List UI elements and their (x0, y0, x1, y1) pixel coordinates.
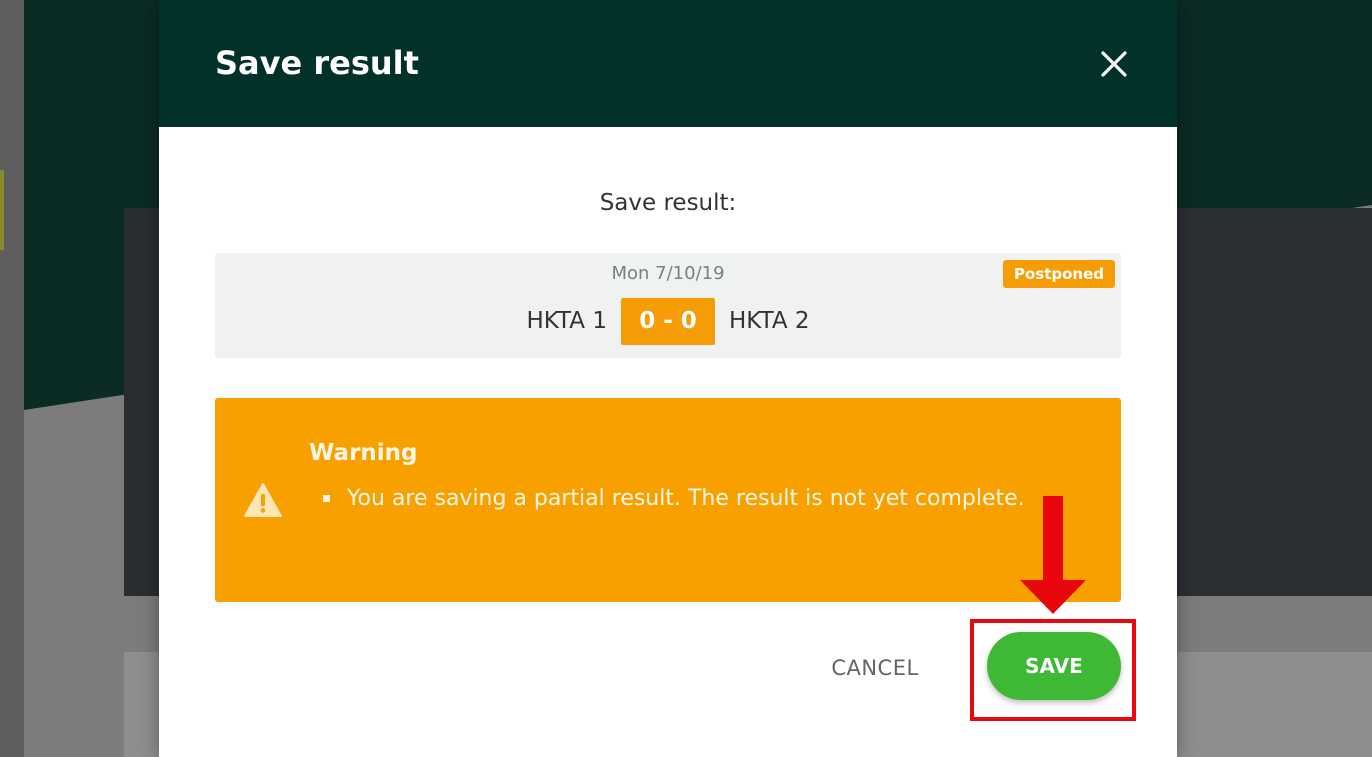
close-icon (1101, 51, 1127, 77)
warning-title: Warning (309, 440, 418, 466)
match-date: Mon 7/10/19 (611, 263, 725, 284)
warning-alert: Warning You are saving a partial result.… (215, 398, 1121, 602)
cancel-button[interactable]: CANCEL (819, 648, 931, 688)
warning-messages: You are saving a partial result. The res… (309, 478, 1029, 520)
match-summary: Mon 7/10/19 Postponed HKTA 1 0 - 0 HKTA … (215, 253, 1121, 358)
warning-message: You are saving a partial result. The res… (309, 478, 1029, 520)
background-sidebar-accent (0, 170, 4, 250)
match-score-row: HKTA 1 0 - 0 HKTA 2 (215, 297, 1121, 345)
screen: Save result Save result: Mon 7/10/19 Pos… (0, 0, 1372, 757)
background-panel-right (1176, 208, 1372, 596)
red-down-arrow-icon (1020, 496, 1086, 614)
warning-triangle-icon (244, 483, 282, 517)
save-result-prompt: Save result: (599, 190, 737, 216)
status-badge: Postponed (1002, 260, 1115, 288)
background-sidebar (0, 0, 24, 757)
match-score: 0 - 0 (621, 297, 715, 345)
dialog-title: Save result (215, 44, 419, 82)
dialog-header: Save result (159, 0, 1177, 127)
annotation-highlight-box (970, 619, 1136, 721)
away-team: HKTA 2 (729, 308, 810, 334)
home-team: HKTA 1 (526, 308, 607, 334)
close-button[interactable] (1094, 44, 1134, 84)
